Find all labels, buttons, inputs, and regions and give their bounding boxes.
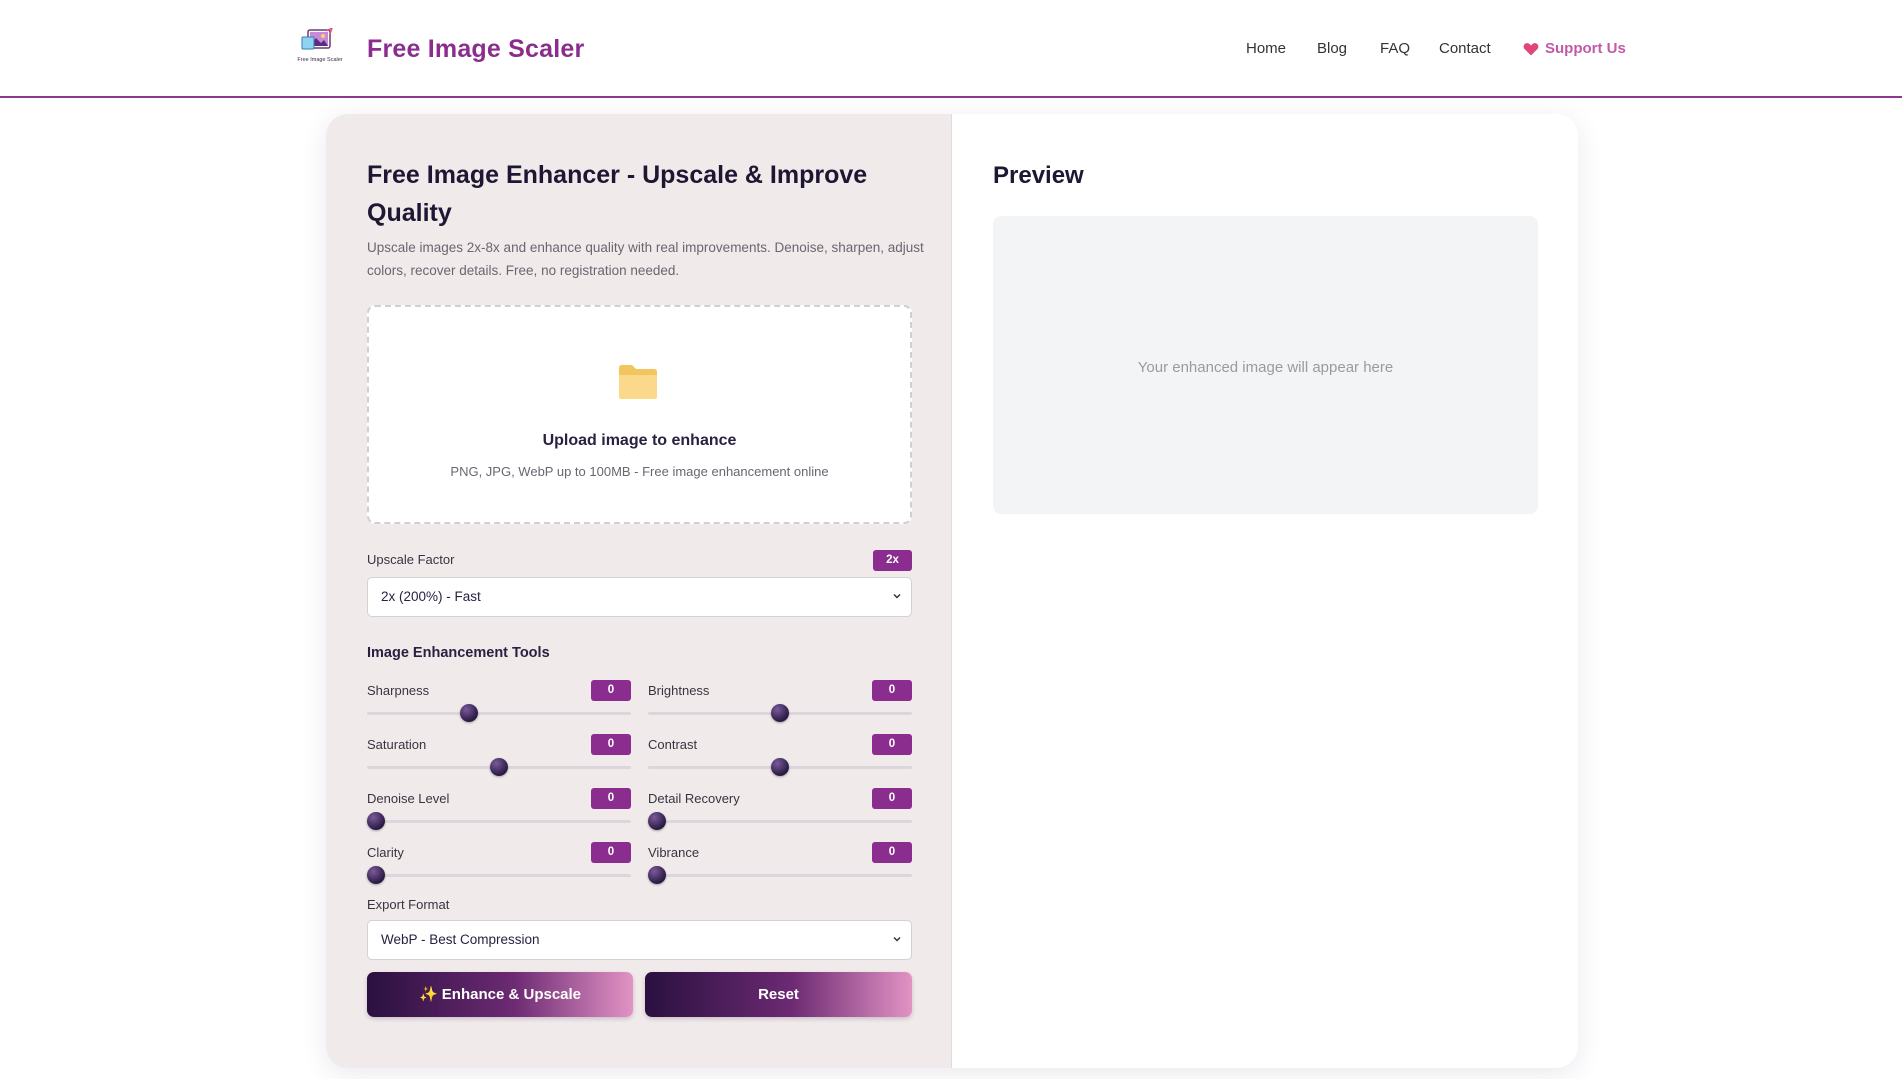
upscale-factor-label: Upscale Factor bbox=[367, 552, 455, 567]
contrast-slider[interactable] bbox=[771, 758, 789, 776]
saturation-slider[interactable] bbox=[490, 758, 508, 776]
reset-button[interactable]: Reset bbox=[645, 972, 912, 1017]
vibrance-value: 0 bbox=[872, 842, 912, 863]
site-header: Free Image Scaler Free Image Scaler Home… bbox=[0, 0, 1902, 98]
denoise-level-slider[interactable] bbox=[367, 812, 385, 830]
page-subtitle: Upscale images 2x-8x and enhance quality… bbox=[367, 240, 924, 278]
saturation-label: Saturation bbox=[367, 737, 427, 752]
denoise-level-label: Denoise Level bbox=[367, 791, 450, 806]
sharpness-slider[interactable] bbox=[460, 704, 479, 722]
upscale-factor-badge: 2x bbox=[873, 550, 912, 571]
brand-title[interactable]: Free Image Scaler bbox=[367, 35, 584, 64]
page-title: Free Image Enhancer - Upscale & Improve … bbox=[367, 161, 868, 227]
enhancement-tools-heading: Image Enhancement Tools bbox=[367, 645, 550, 661]
clarity-label: Clarity bbox=[367, 845, 404, 860]
upload-dropzone[interactable]: Upload image to enhance PNG, JPG, WebP u… bbox=[367, 305, 912, 524]
preview-area: Your enhanced image will appear here bbox=[993, 216, 1538, 514]
detail-recovery-slider[interactable] bbox=[648, 812, 666, 830]
folder-icon bbox=[619, 365, 657, 399]
vibrance-track bbox=[648, 874, 912, 877]
preview-placeholder: Your enhanced image will appear here bbox=[1137, 359, 1394, 376]
preview-title: Preview bbox=[993, 162, 1084, 189]
clarity-value: 0 bbox=[591, 842, 631, 863]
svg-text:Free Image Scaler: Free Image Scaler bbox=[297, 57, 342, 63]
denoise-level-track bbox=[367, 820, 631, 823]
nav-support-us[interactable]: Support Us bbox=[1523, 40, 1626, 57]
nav-home[interactable]: Home bbox=[1246, 40, 1286, 57]
vibrance-label: Vibrance bbox=[648, 845, 700, 860]
sharpness-label: Sharpness bbox=[367, 683, 430, 698]
detail-recovery-track bbox=[648, 820, 912, 823]
sharpness-value: 0 bbox=[591, 680, 631, 701]
enhance-upscale-button[interactable]: ✨ Enhance & Upscale bbox=[367, 972, 633, 1017]
upscale-factor-select[interactable]: 2x (200%) - Fast bbox=[367, 577, 912, 617]
brightness-slider[interactable] bbox=[771, 704, 789, 722]
logo-icon: Free Image Scaler bbox=[297, 26, 343, 63]
logo[interactable]: Free Image Scaler bbox=[296, 26, 344, 66]
export-format-value: WebP - Best Compression bbox=[381, 932, 540, 947]
enhancer-card: Free Image Enhancer - Upscale & Improve … bbox=[326, 114, 1578, 1068]
contrast-label: Contrast bbox=[648, 737, 698, 752]
brightness-label: Brightness bbox=[648, 683, 710, 698]
nav-faq[interactable]: FAQ bbox=[1380, 40, 1410, 57]
contrast-value: 0 bbox=[872, 734, 912, 755]
chevron-down-icon bbox=[893, 936, 901, 942]
heart-icon bbox=[1523, 42, 1539, 55]
detail-recovery-value: 0 bbox=[872, 788, 912, 809]
support-label: Support Us bbox=[1545, 40, 1626, 57]
clarity-track bbox=[367, 874, 631, 877]
export-format-label: Export Format bbox=[367, 897, 450, 912]
nav-blog[interactable]: Blog bbox=[1317, 40, 1347, 57]
sharpness-track bbox=[367, 712, 631, 715]
upload-title: Upload image to enhance bbox=[542, 432, 737, 449]
controls-panel: Free Image Enhancer - Upscale & Improve … bbox=[326, 114, 952, 1068]
detail-recovery-label: Detail Recovery bbox=[648, 791, 740, 806]
saturation-value: 0 bbox=[591, 734, 631, 755]
chevron-down-icon bbox=[893, 593, 901, 599]
upload-hint: PNG, JPG, WebP up to 100MB - Free image … bbox=[450, 464, 829, 479]
denoise-level-value: 0 bbox=[591, 788, 631, 809]
upscale-factor-value: 2x (200%) - Fast bbox=[381, 589, 481, 604]
nav-contact[interactable]: Contact bbox=[1439, 40, 1491, 57]
brightness-value: 0 bbox=[872, 680, 912, 701]
export-format-select[interactable]: WebP - Best Compression bbox=[367, 920, 912, 960]
vibrance-slider[interactable] bbox=[648, 866, 666, 884]
preview-panel: Preview Your enhanced image will appear … bbox=[952, 114, 1578, 1068]
clarity-slider[interactable] bbox=[367, 866, 385, 884]
